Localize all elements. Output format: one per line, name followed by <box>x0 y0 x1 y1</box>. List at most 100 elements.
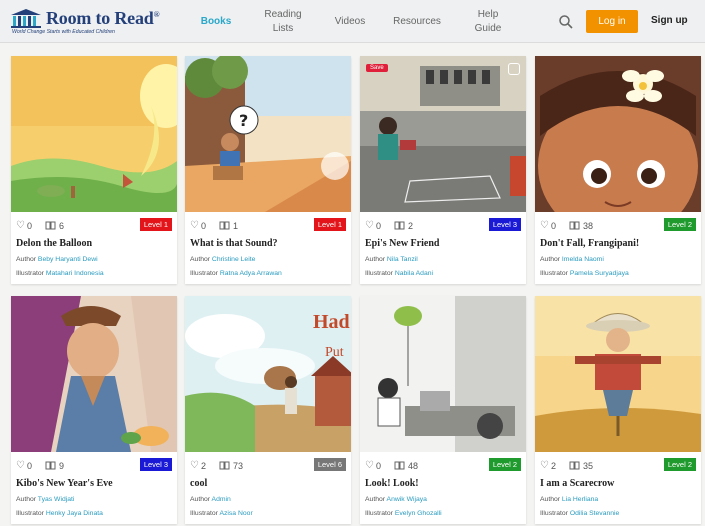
illustrator-link[interactable]: Nabila Adani <box>395 270 433 277</box>
author-label: Author <box>540 496 561 503</box>
level-badge: Level 1 <box>313 218 346 231</box>
book-pages-icon <box>45 461 56 470</box>
author-label: Author <box>16 256 37 263</box>
nav-videos[interactable]: Videos <box>330 15 370 29</box>
illustrator-label: Illustrator <box>190 510 218 517</box>
book-card[interactable]: ? ♡ 0 1 Level 1 What is that Sound? Auth… <box>185 56 351 284</box>
author-link[interactable]: Tyas Widjati <box>38 496 75 503</box>
fullscreen-icon[interactable] <box>508 63 520 75</box>
book-cover-image[interactable] <box>535 296 701 452</box>
nav-reading-lists[interactable]: Reading Lists <box>258 8 308 36</box>
book-title[interactable]: Delon the Balloon <box>16 238 92 249</box>
book-card[interactable]: ♡ 0 38 Level 2 Don't Fall, Frangipani! A… <box>535 56 701 284</box>
author-link[interactable]: Nila Tanzil <box>387 256 418 263</box>
illustrator-label: Illustrator <box>540 270 568 277</box>
book-stats: ♡ 2 35 Level 2 <box>540 458 696 474</box>
heart-icon[interactable]: ♡ <box>190 220 199 231</box>
book-cover-image[interactable] <box>360 296 526 452</box>
heart-icon[interactable]: ♡ <box>16 220 25 231</box>
level-badge: Level 1 <box>139 218 172 231</box>
like-count: 0 <box>27 221 33 231</box>
book-title[interactable]: What is that Sound? <box>190 238 278 249</box>
like-count: 2 <box>551 461 557 471</box>
page-count: 2 <box>408 221 414 231</box>
author-link[interactable]: Imelda Naomi <box>562 256 604 263</box>
book-title[interactable]: I am a Scarecrow <box>540 478 614 489</box>
book-author: Author Nila Tanzil <box>365 256 418 263</box>
book-author: Author Christine Leite <box>190 256 255 263</box>
illustrator-link[interactable]: Matahari Indonesia <box>46 270 104 277</box>
book-cover-image[interactable] <box>535 56 701 212</box>
illustrator-label: Illustrator <box>365 270 393 277</box>
book-stats: ♡ 0 2 Level 3 <box>365 218 521 234</box>
book-title[interactable]: Kibo's New Year's Eve <box>16 478 113 489</box>
book-title[interactable]: cool <box>190 478 207 489</box>
top-nav-bar: Room to Read® World Change Starts with E… <box>0 0 705 43</box>
book-illustrator: Illustrator Odilia Stevannie <box>540 510 619 517</box>
heart-icon[interactable]: ♡ <box>190 460 199 471</box>
book-cover-image[interactable]: Save <box>360 56 526 212</box>
nav-resources[interactable]: Resources <box>388 15 446 29</box>
book-stats: ♡ 0 6 Level 1 <box>16 218 172 234</box>
book-author: Author Anwik Wijaya <box>365 496 427 503</box>
book-illustrator: Illustrator Nabila Adani <box>365 270 433 277</box>
book-illustrator: Illustrator Pamela Suryadjaya <box>540 270 629 277</box>
book-illustrator: Illustrator Ratna Adya Arrawan <box>190 270 282 277</box>
book-card[interactable]: ♡ 0 48 Level 2 Look! Look! Author Anwik … <box>360 296 526 524</box>
heart-icon[interactable]: ♡ <box>16 460 25 471</box>
heart-icon[interactable]: ♡ <box>540 220 549 231</box>
logo-title: Room to Read® <box>46 8 160 28</box>
signup-link[interactable]: Sign up <box>651 15 688 26</box>
book-pages-icon <box>45 221 56 230</box>
author-link[interactable]: Beby Haryanti Dewi <box>38 256 98 263</box>
book-title[interactable]: Look! Look! <box>365 478 419 489</box>
book-cover-image[interactable]: Had Put <box>185 296 351 452</box>
illustrator-link[interactable]: Evelyn Ghozalli <box>395 510 442 517</box>
illustrator-link[interactable]: Odilia Stevannie <box>570 510 620 517</box>
book-card[interactable]: Save ♡ 0 2 Level 3 Epi's New Friend Auth… <box>360 56 526 284</box>
illustrator-link[interactable]: Ratna Adya Arrawan <box>220 270 282 277</box>
page-count: 9 <box>59 461 65 471</box>
book-card[interactable]: Had Put ♡ 2 73 Level 6 cool Author Admin… <box>185 296 351 524</box>
page-count: 38 <box>583 221 594 231</box>
author-label: Author <box>190 496 211 503</box>
save-button[interactable]: Save <box>366 64 388 72</box>
book-title[interactable]: Epi's New Friend <box>365 238 439 249</box>
book-pages-icon <box>219 461 230 470</box>
page-count: 48 <box>408 461 419 471</box>
logo-tagline: World Change Starts with Educated Childr… <box>12 29 115 35</box>
book-cover-image[interactable] <box>11 296 177 452</box>
nav-books[interactable]: Books <box>196 15 236 29</box>
book-stats: ♡ 0 1 Level 1 <box>190 218 346 234</box>
author-link[interactable]: Lia Herliana <box>562 496 598 503</box>
nav-help-guide[interactable]: Help Guide <box>468 8 508 36</box>
illustrator-link[interactable]: Pamela Suryadjaya <box>570 270 629 277</box>
author-link[interactable]: Admin <box>212 496 231 503</box>
book-card[interactable]: ♡ 0 6 Level 1 Delon the Balloon Author B… <box>11 56 177 284</box>
book-cover-image[interactable] <box>11 56 177 212</box>
book-stats: ♡ 0 38 Level 2 <box>540 218 696 234</box>
book-illustrator: Illustrator Matahari Indonesia <box>16 270 104 277</box>
book-card[interactable]: ♡ 2 35 Level 2 I am a Scarecrow Author L… <box>535 296 701 524</box>
heart-icon[interactable]: ♡ <box>540 460 549 471</box>
book-title[interactable]: Don't Fall, Frangipani! <box>540 238 639 249</box>
svg-text:?: ? <box>239 111 248 130</box>
illustrator-link[interactable]: Azisa Noor <box>219 510 252 517</box>
like-count: 0 <box>201 221 207 231</box>
heart-icon[interactable]: ♡ <box>365 460 374 471</box>
author-label: Author <box>365 496 386 503</box>
search-icon[interactable] <box>558 14 574 30</box>
book-pages-icon <box>569 461 580 470</box>
author-link[interactable]: Christine Leite <box>212 256 255 263</box>
book-author: Author Lia Herliana <box>540 496 598 503</box>
room-to-read-logo[interactable]: Room to Read® World Change Starts with E… <box>10 6 165 38</box>
page-count: 6 <box>59 221 65 231</box>
heart-icon[interactable]: ♡ <box>365 220 374 231</box>
like-count: 0 <box>376 221 382 231</box>
login-button[interactable]: Log in <box>586 10 638 33</box>
level-badge: Level 6 <box>313 458 346 471</box>
author-link[interactable]: Anwik Wijaya <box>387 496 427 503</box>
book-card[interactable]: ♡ 0 9 Level 3 Kibo's New Year's Eve Auth… <box>11 296 177 524</box>
illustrator-link[interactable]: Henky Jaya Dinata <box>46 510 103 517</box>
book-cover-image[interactable]: ? <box>185 56 351 212</box>
